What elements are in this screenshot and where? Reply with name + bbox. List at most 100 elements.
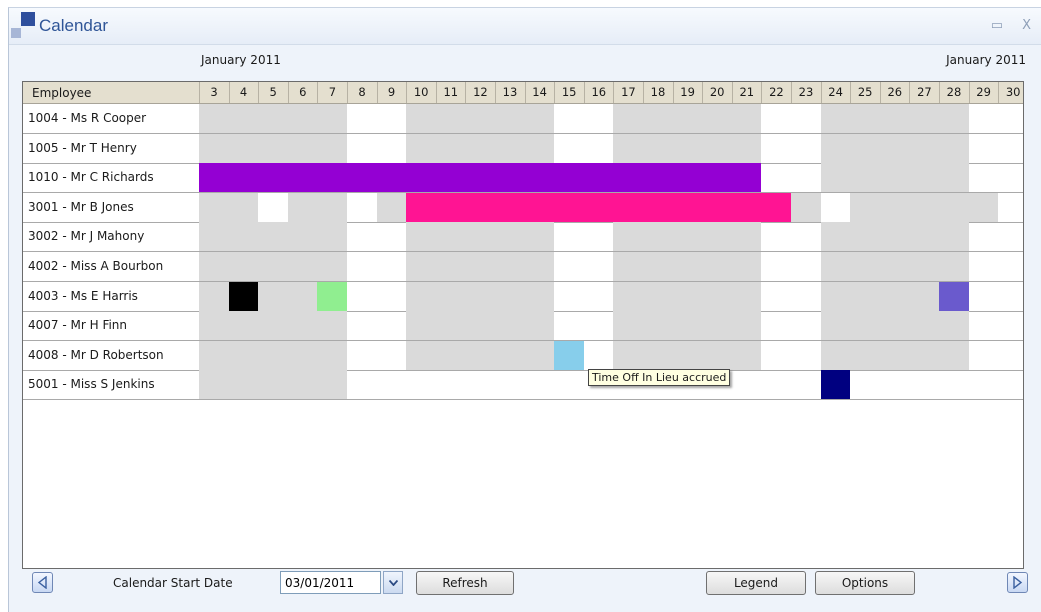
day-header[interactable]: 3 xyxy=(199,82,228,103)
employee-name: 1010 - Mr C Richards xyxy=(28,170,154,185)
employee-row[interactable]: 3002 - Mr J Mahony xyxy=(23,222,1023,253)
employee-name: 4007 - Mr H Finn xyxy=(28,318,128,333)
day-header[interactable]: 21 xyxy=(731,82,761,103)
employee-row[interactable]: 4008 - Mr D Robertson xyxy=(23,340,1023,371)
day-header[interactable]: 29 xyxy=(968,82,998,103)
month-label-right: January 2011 xyxy=(946,53,1026,67)
non-working-day-cell xyxy=(820,222,969,252)
day-header[interactable]: 14 xyxy=(524,82,554,103)
day-header[interactable]: 23 xyxy=(791,82,820,103)
non-working-day-cell xyxy=(613,281,762,311)
app-logo-icon xyxy=(11,12,37,40)
legend-button[interactable]: Legend xyxy=(706,571,806,595)
non-working-day-cell xyxy=(406,252,555,281)
non-working-day-cell xyxy=(820,252,969,281)
day-header[interactable]: 13 xyxy=(495,82,524,103)
employee-name: 4003 - Ms E Harris xyxy=(28,288,138,303)
refresh-button[interactable]: Refresh xyxy=(416,571,514,595)
employee-column-header[interactable]: Employee xyxy=(32,86,91,100)
non-working-day-cell xyxy=(613,133,762,163)
non-working-day-cell xyxy=(376,192,407,222)
non-working-day-cell xyxy=(613,222,762,252)
day-header[interactable]: 20 xyxy=(702,82,731,103)
non-working-day-cell xyxy=(406,340,555,370)
day-header[interactable]: 5 xyxy=(258,82,287,103)
close-icon[interactable]: X xyxy=(1022,18,1031,33)
employee-row[interactable]: 1005 - Mr T Henry xyxy=(23,133,1023,164)
day-header[interactable]: 7 xyxy=(317,82,346,103)
employee-name: 1005 - Mr T Henry xyxy=(28,140,137,155)
previous-period-button[interactable] xyxy=(32,572,53,593)
day-header[interactable]: 11 xyxy=(435,82,465,103)
non-working-day-cell xyxy=(199,311,347,341)
non-working-day-cell xyxy=(613,340,762,370)
day-header[interactable]: 19 xyxy=(672,82,702,103)
non-working-day-cell xyxy=(199,370,347,400)
day-header[interactable]: 10 xyxy=(406,82,435,103)
day-header[interactable]: 25 xyxy=(850,82,879,103)
employee-row[interactable]: 5001 - Miss S Jenkins xyxy=(23,370,1023,401)
non-working-day-cell xyxy=(406,133,555,163)
employee-row[interactable]: 4002 - Miss A Bourbon xyxy=(23,252,1023,282)
employee-name: 3001 - Mr B Jones xyxy=(28,199,134,214)
day-header[interactable]: 24 xyxy=(820,82,850,103)
title-bar: Calendar ▭ X xyxy=(9,8,1041,45)
non-working-day-cell xyxy=(199,192,259,222)
non-working-day-cell xyxy=(613,252,762,281)
day-header[interactable]: 8 xyxy=(347,82,376,103)
day-header[interactable]: 22 xyxy=(761,82,790,103)
employee-row[interactable]: 1004 - Ms R Cooper xyxy=(23,104,1023,134)
day-header[interactable]: 27 xyxy=(909,82,938,103)
non-working-day-cell xyxy=(820,104,969,133)
day-header[interactable]: 28 xyxy=(939,82,968,103)
day-header[interactable]: 6 xyxy=(287,82,317,103)
non-working-day-cell xyxy=(613,311,762,341)
day-header[interactable]: 30 xyxy=(998,82,1023,103)
employee-row[interactable]: 1010 - Mr C Richards xyxy=(23,163,1023,194)
non-working-day-cell xyxy=(820,311,969,341)
absence-block[interactable] xyxy=(820,370,851,400)
day-header[interactable]: 4 xyxy=(228,82,258,103)
non-working-day-cell xyxy=(406,104,555,133)
non-working-day-cell xyxy=(199,222,347,252)
minimize-icon[interactable]: ▭ xyxy=(991,18,1003,33)
start-date-input[interactable] xyxy=(280,571,381,594)
non-working-day-cell xyxy=(820,163,969,193)
employee-name: 5001 - Miss S Jenkins xyxy=(28,377,155,392)
calendar-grid: Employee 3 4 5 6 7 8 9 10 11 12 13 14 15 16 17 18 19 20 21… xyxy=(22,81,1024,569)
day-header[interactable]: 18 xyxy=(643,82,672,103)
non-working-day-cell xyxy=(820,340,969,370)
non-working-day-cell xyxy=(613,104,762,133)
arrow-right-icon xyxy=(1013,576,1023,589)
employee-row[interactable]: 4007 - Mr H Finn xyxy=(23,311,1023,342)
employee-row[interactable]: 4003 - Ms E Harris xyxy=(23,281,1023,312)
absence-block[interactable] xyxy=(317,281,347,311)
absence-block[interactable] xyxy=(228,281,259,311)
non-working-day-cell xyxy=(406,281,555,311)
options-button[interactable]: Options xyxy=(815,571,915,595)
non-working-day-cell xyxy=(820,133,969,163)
chevron-down-icon xyxy=(389,580,398,586)
window-title: Calendar xyxy=(39,16,108,35)
employee-name: 3002 - Mr J Mahony xyxy=(28,229,145,244)
arrow-left-icon xyxy=(37,576,47,589)
day-header[interactable]: 17 xyxy=(613,82,642,103)
day-header[interactable]: 15 xyxy=(554,82,583,103)
employee-name: 1004 - Ms R Cooper xyxy=(28,111,147,125)
month-label-left: January 2011 xyxy=(201,53,281,67)
next-period-button[interactable] xyxy=(1007,572,1028,593)
day-header[interactable]: 9 xyxy=(376,82,406,103)
non-working-day-cell xyxy=(287,192,347,222)
day-header[interactable]: 12 xyxy=(465,82,494,103)
absence-block[interactable] xyxy=(406,192,791,222)
absence-block[interactable] xyxy=(554,340,584,370)
absence-block[interactable] xyxy=(199,163,762,193)
tooltip: Time Off In Lieu accrued xyxy=(588,369,731,386)
day-header[interactable]: 26 xyxy=(879,82,909,103)
employee-row[interactable]: 3001 - Mr B Jones xyxy=(23,192,1023,223)
absence-block[interactable] xyxy=(939,281,969,311)
employee-name: 4002 - Miss A Bourbon xyxy=(28,259,164,273)
date-dropdown-button[interactable] xyxy=(383,571,403,594)
non-working-day-cell xyxy=(406,311,555,341)
day-header[interactable]: 16 xyxy=(583,82,613,103)
